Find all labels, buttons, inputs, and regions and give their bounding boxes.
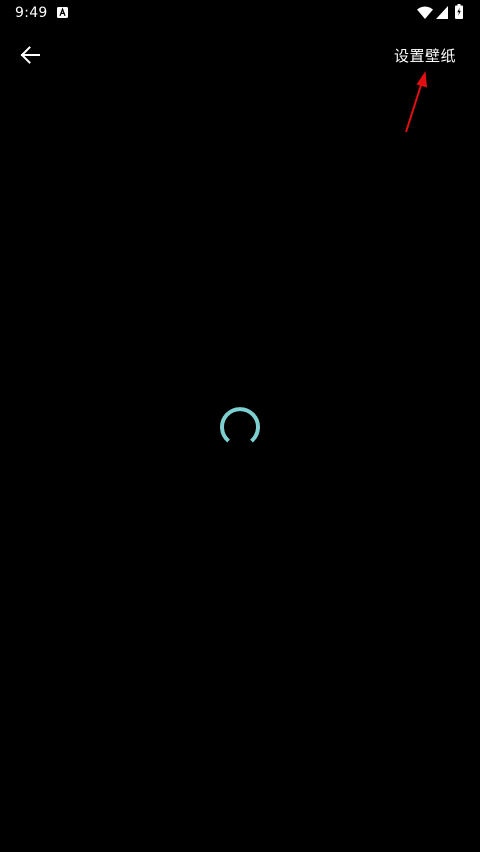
back-button[interactable] — [14, 40, 46, 70]
set-wallpaper-button[interactable]: 设置壁纸 — [394, 45, 456, 66]
status-time: 9:49 — [15, 5, 48, 21]
annotation-arrow — [405, 71, 427, 133]
battery-charging-icon — [455, 4, 463, 19]
notification-a-icon — [57, 7, 68, 18]
arrow-left-icon — [20, 46, 40, 64]
status-bar: 9:49 — [0, 0, 480, 26]
signal-icon — [436, 6, 448, 19]
spinner-icon — [220, 407, 260, 443]
wifi-icon — [417, 6, 433, 19]
